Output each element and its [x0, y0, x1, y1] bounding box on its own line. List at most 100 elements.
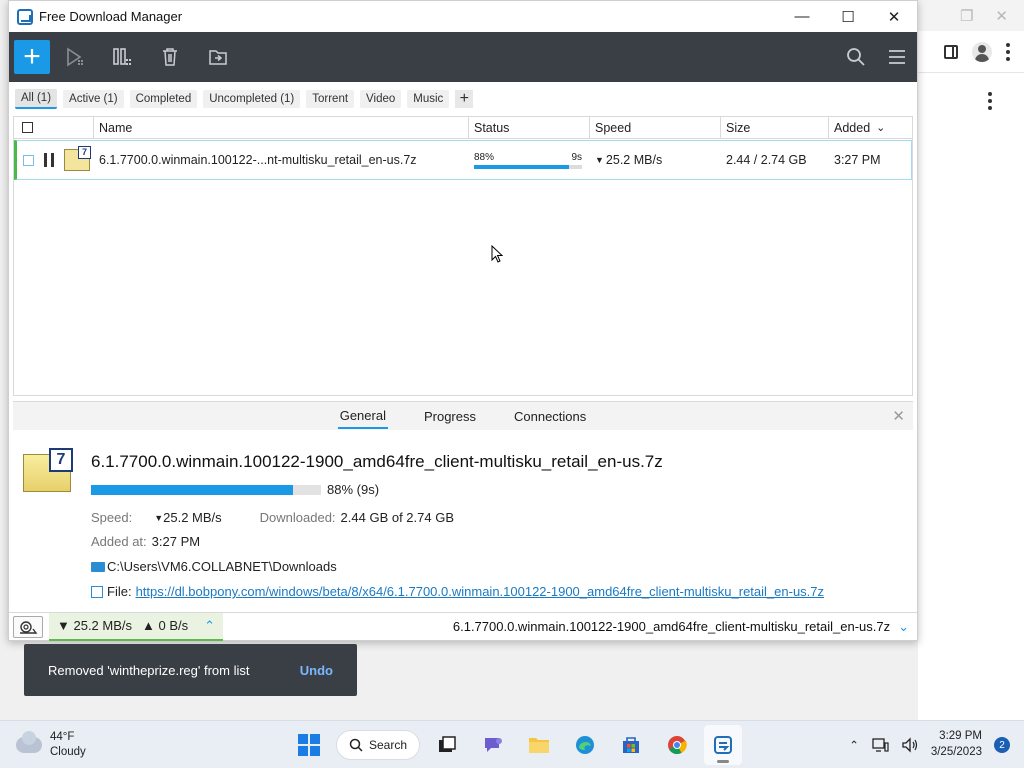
file-explorer-button[interactable] — [520, 725, 558, 765]
chat-icon — [485, 738, 502, 752]
filter-music[interactable]: Music — [407, 90, 450, 108]
row-checkbox[interactable] — [23, 154, 34, 166]
total-down-speed-value: 25.2 MB/s — [73, 618, 133, 633]
network-icon[interactable] — [871, 737, 889, 753]
status-current-file: 6.1.7700.0.winmain.100122-1900_amd64fre_… — [452, 619, 891, 634]
filter-bar: All (1) Active (1) Completed Uncompleted… — [9, 82, 917, 116]
move-to-folder-button[interactable] — [194, 40, 242, 74]
filter-uncompleted[interactable]: Uncompleted (1) — [203, 90, 301, 108]
side-panel-icon[interactable] — [944, 44, 958, 59]
background-titlebar: ❐ ✕ — [918, 0, 1024, 31]
details-progress-fill — [91, 484, 294, 495]
file-label: File: — [107, 584, 132, 599]
chevron-down-icon[interactable]: ⌄ — [898, 619, 909, 635]
volume-icon[interactable] — [901, 737, 919, 753]
trash-icon — [163, 48, 177, 66]
add-filter-button[interactable]: + — [455, 90, 474, 108]
pause-all-icon — [113, 48, 131, 65]
filter-active[interactable]: Active (1) — [63, 90, 124, 108]
title-bar: Free Download Manager — ☐ ✕ — [9, 1, 917, 32]
maximize-button[interactable]: ☐ — [825, 1, 871, 32]
taskbar-apps: Search — [290, 725, 742, 765]
move-folder-icon — [209, 50, 227, 65]
resume-button[interactable] — [50, 40, 98, 74]
show-hidden-icons-chevron-icon[interactable]: ⌃ — [849, 738, 859, 752]
row-controls: 7 — [17, 146, 94, 171]
row-progress-bar — [474, 164, 582, 169]
filter-video[interactable]: Video — [360, 90, 402, 108]
folder-icon — [91, 561, 105, 572]
page-more-options-icon[interactable] — [988, 92, 992, 110]
speed-limit-button[interactable] — [13, 615, 43, 638]
table-row[interactable]: 7 6.1.7700.0.winmain.100122-...nt-multis… — [14, 140, 912, 180]
search-button[interactable] — [835, 40, 876, 74]
profile-avatar-icon[interactable] — [972, 41, 992, 62]
select-all-checkbox-cell — [14, 117, 94, 138]
filter-torrent[interactable]: Torrent — [306, 90, 355, 108]
undo-button[interactable]: Undo — [300, 663, 333, 678]
row-speed-value: 25.2 MB/s — [605, 153, 663, 167]
add-download-button[interactable]: + — [14, 40, 50, 74]
more-options-icon[interactable] — [1006, 42, 1010, 61]
delete-button[interactable] — [146, 40, 194, 74]
window-title: Free Download Manager — [39, 9, 183, 24]
store-button[interactable] — [612, 725, 650, 765]
minimize-button[interactable]: — — [779, 1, 825, 32]
edge-icon — [576, 736, 594, 754]
file-url-link[interactable]: https://dl.bobpony.com/windows/beta/8/x6… — [136, 584, 824, 599]
row-added: 3:27 PM — [834, 153, 881, 167]
filter-completed[interactable]: Completed — [129, 90, 198, 108]
restore-icon[interactable]: ❐ — [960, 7, 973, 25]
added-value: 3:27 PM — [151, 534, 201, 549]
notification-badge[interactable]: 2 — [994, 737, 1010, 753]
start-button[interactable] — [290, 725, 328, 765]
external-link-icon — [91, 585, 103, 598]
close-button[interactable]: ✕ — [871, 1, 917, 32]
speed-summary[interactable]: ▼ 25.2 MB/s ▲ 0 B/s ⌃ — [49, 612, 224, 641]
details-folder-line[interactable]: C:\Users\VM6.COLLABNET\Downloads — [91, 559, 337, 574]
taskbar-search[interactable]: Search — [336, 730, 420, 760]
chevron-up-icon[interactable]: ⌃ — [204, 618, 215, 634]
select-all-checkbox[interactable] — [22, 122, 33, 133]
teams-chat-button[interactable] — [474, 725, 512, 765]
filter-all[interactable]: All (1) — [15, 89, 58, 109]
background-browser-window: ❐ ✕ — [918, 0, 1024, 720]
total-up-speed-value: 0 B/s — [158, 618, 189, 633]
column-speed[interactable]: Speed — [590, 117, 721, 138]
fdm-taskbar-button[interactable] — [704, 725, 742, 765]
column-size[interactable]: Size — [721, 117, 829, 138]
search-icon — [349, 738, 363, 752]
cloud-icon — [16, 730, 42, 753]
weather-widget[interactable]: 44°F Cloudy — [16, 730, 86, 760]
pause-icon[interactable] — [44, 153, 54, 167]
details-file-line: File: https://dl.bobpony.com/windows/bet… — [91, 584, 824, 599]
chrome-button[interactable] — [658, 725, 696, 765]
details-added-line: Added at: 3:27 PM — [91, 534, 200, 549]
close-icon[interactable]: ✕ — [995, 7, 1008, 25]
details-speed-line: Speed: ▼ 25.2 MB/s Downloaded: 2.44 GB o… — [91, 510, 454, 525]
close-details-icon[interactable]: ✕ — [892, 407, 905, 425]
tab-progress[interactable]: Progress — [422, 405, 478, 428]
clock[interactable]: 3:29 PM 3/25/2023 — [931, 729, 982, 760]
pause-all-button[interactable] — [98, 40, 146, 74]
downloaded-value: 2.44 GB of 2.74 GB — [340, 510, 455, 525]
column-name[interactable]: Name — [94, 117, 469, 138]
details-progress: 88% (9s) — [91, 482, 379, 497]
system-tray: ⌃ 3:29 PM 3/25/2023 2 — [849, 721, 1024, 768]
main-menu-button[interactable] — [876, 40, 917, 74]
row-status: 88% 9s — [469, 152, 590, 169]
edge-browser-button[interactable] — [566, 725, 604, 765]
snail-icon — [20, 620, 38, 634]
download-folder-path[interactable]: C:\Users\VM6.COLLABNET\Downloads — [107, 559, 337, 574]
clock-date: 3/25/2023 — [930, 746, 982, 758]
column-added[interactable]: Added ⌄ — [829, 117, 912, 138]
task-view-button[interactable] — [428, 725, 466, 765]
folder-icon — [529, 738, 549, 753]
status-bar: ▼ 25.2 MB/s ▲ 0 B/s ⌃ 6.1.7700.0.winmain… — [9, 612, 917, 641]
column-status[interactable]: Status — [469, 117, 590, 138]
tab-general[interactable]: General — [337, 404, 388, 429]
download-arrow-icon: ▼ — [154, 512, 164, 523]
main-toolbar: + — [9, 32, 917, 82]
tab-connections[interactable]: Connections — [512, 405, 588, 428]
row-size: 2.44 / 2.74 GB — [726, 153, 807, 167]
